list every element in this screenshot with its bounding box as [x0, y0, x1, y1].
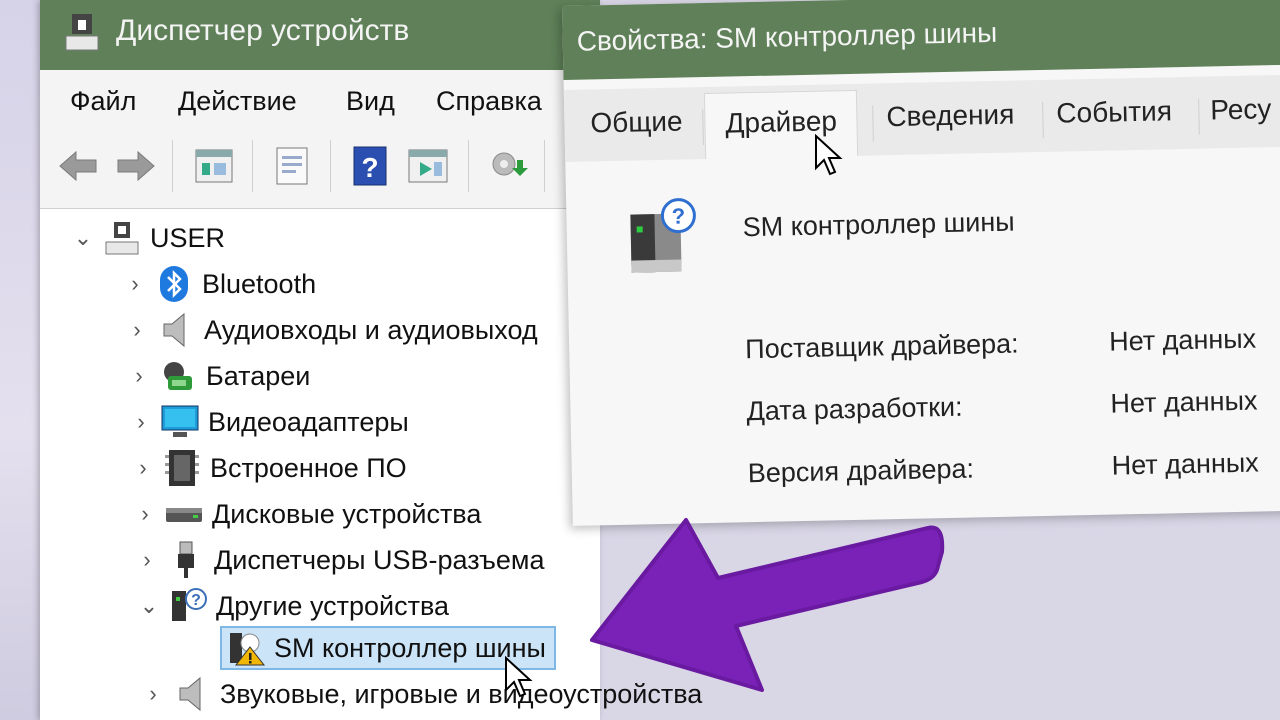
battery-icon [158, 356, 198, 396]
monitor-icon [160, 402, 200, 442]
tree-item-usb-connectors[interactable]: › Диспетчеры USB-разъема [134, 540, 544, 580]
tab-events[interactable]: События [1056, 95, 1172, 129]
chip-icon [162, 448, 202, 488]
tab-separator [1198, 98, 1200, 135]
tab-resources[interactable]: Ресу [1210, 93, 1272, 126]
tree-item-batteries[interactable]: › Батареи [126, 356, 310, 396]
device-tree: ⌄ USER › Bluetooth › Аудиовходы и аудиов… [40, 210, 702, 720]
forward-arrow-icon[interactable] [114, 144, 158, 188]
chevron-right-icon[interactable]: › [128, 409, 154, 435]
field-value-date: Нет данных [1110, 385, 1258, 419]
scan-hardware-icon[interactable] [486, 144, 530, 188]
warning-icon [226, 628, 266, 668]
tree-item-disk-drives[interactable]: › Дисковые устройства [132, 494, 481, 534]
toolbar-separator [172, 140, 173, 192]
chevron-right-icon[interactable]: › [134, 547, 160, 573]
toolbar-separator [252, 140, 253, 192]
field-value-provider: Нет данных [1108, 323, 1257, 357]
tree-item-label: Видеоадаптеры [208, 406, 409, 437]
tree-item-label: Встроенное ПО [210, 452, 407, 483]
menu-bar: Файл Действие Вид Справка [40, 70, 600, 132]
usb-icon [166, 540, 206, 580]
menu-view[interactable]: Вид [346, 86, 395, 117]
chevron-right-icon[interactable]: › [124, 317, 150, 343]
properties-dialog: Свойства: SM контроллер шины Общие Драйв… [562, 0, 1280, 526]
toolbar: ? [40, 132, 600, 209]
tree-item-label: Звуковые, игровые и видеоустройства [220, 678, 703, 709]
unknown-device-large-icon: ? [630, 198, 696, 273]
device-manager-window: Диспетчер устройств Файл Действие Вид Сп… [40, 0, 702, 720]
field-label-provider: Поставщик драйвера: [744, 328, 1019, 365]
svg-text:?: ? [361, 152, 378, 183]
menu-file[interactable]: Файл [70, 86, 136, 117]
chevron-right-icon[interactable]: › [130, 455, 156, 481]
tree-item-label: Аудиовходы и аудиовыход [204, 314, 538, 345]
mouse-cursor-icon [505, 656, 533, 698]
toolbar-separator [468, 140, 469, 192]
speaker-icon [172, 674, 212, 714]
tree-item-label: Диспетчеры USB-разъема [214, 544, 545, 575]
tree-item-sound-devices[interactable]: › Звуковые, игровые и видеоустройства [140, 674, 702, 714]
field-label-date: Дата разработки: [746, 391, 963, 427]
svg-text:?: ? [671, 203, 685, 228]
mouse-cursor-icon [815, 134, 843, 176]
tree-item-audio-io[interactable]: › Аудиовходы и аудиовыход [124, 310, 538, 350]
help-icon[interactable]: ? [348, 144, 392, 188]
title-bar: Диспетчер устройств [40, 0, 600, 70]
svg-text:?: ? [191, 592, 201, 609]
field-value-version: Нет данных [1111, 447, 1260, 481]
document-icon[interactable] [270, 144, 314, 188]
menu-action[interactable]: Действие [178, 86, 297, 117]
tree-item-bluetooth[interactable]: › Bluetooth [122, 264, 316, 304]
device-manager-app-icon [65, 14, 99, 51]
tree-item-label: Дисковые устройства [212, 498, 482, 529]
chevron-right-icon[interactable]: › [126, 363, 152, 389]
tree-root[interactable]: ⌄ USER [70, 218, 225, 258]
tab-separator [872, 105, 874, 142]
chevron-down-icon[interactable]: ⌄ [70, 225, 96, 251]
window-title: Диспетчер устройств [116, 14, 410, 47]
device-name: SM контроллер шины [742, 206, 1015, 243]
tree-root-label: USER [150, 222, 226, 253]
disk-icon [164, 494, 204, 534]
bluetooth-icon [154, 264, 194, 304]
dialog-title-bar: Свойства: SM контроллер шины [562, 0, 1280, 80]
tab-general[interactable]: Общие [590, 106, 683, 140]
tree-item-label: Батареи [206, 360, 311, 391]
computer-icon [102, 218, 142, 258]
speaker-icon [156, 310, 196, 350]
menu-help[interactable]: Справка [436, 86, 542, 117]
chevron-right-icon[interactable]: › [132, 501, 158, 527]
toolbar-separator [330, 140, 331, 192]
toolbar-separator [544, 140, 545, 192]
chevron-right-icon[interactable]: › [122, 271, 148, 297]
tab-separator [1042, 101, 1044, 138]
properties-view-icon[interactable] [192, 144, 236, 188]
update-driver-icon[interactable] [406, 144, 450, 188]
tree-item-firmware[interactable]: › Встроенное ПО [130, 448, 407, 488]
chevron-down-icon[interactable]: ⌄ [136, 593, 162, 619]
tree-item-display-adapters[interactable]: › Видеоадаптеры [128, 402, 409, 442]
back-arrow-icon[interactable] [56, 144, 100, 188]
field-label-version: Версия драйвера: [747, 453, 975, 489]
driver-tab-content: ? SM контроллер шины Поставщик драйвера:… [565, 147, 1280, 526]
tree-item-label: Другие устройства [216, 590, 450, 621]
tree-item-other-devices[interactable]: ⌄ ? Другие устройства [136, 586, 449, 626]
tab-details[interactable]: Сведения [886, 99, 1015, 134]
chevron-right-icon[interactable]: › [140, 681, 166, 707]
unknown-device-icon: ? [168, 586, 208, 626]
dialog-title: Свойства: SM контроллер шины [576, 16, 998, 57]
tree-item-label: Bluetooth [202, 268, 317, 299]
